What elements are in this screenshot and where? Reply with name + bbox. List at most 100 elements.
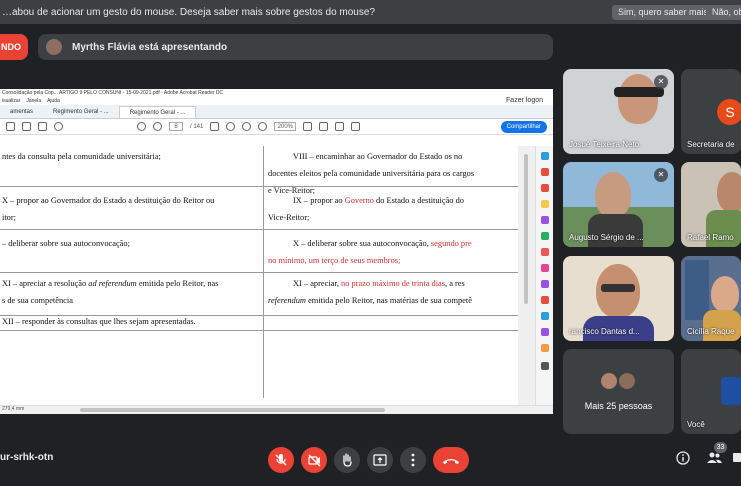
page-number-field[interactable]: 8	[169, 122, 183, 131]
more-tools-icon[interactable]	[541, 344, 549, 352]
decline-button[interactable]: Não, obri	[706, 5, 741, 20]
participant-video	[685, 260, 709, 320]
fit-page-icon[interactable]	[303, 122, 313, 131]
muted-mic-icon: ✕	[654, 75, 668, 89]
tab-tools[interactable]: amentas	[0, 106, 43, 118]
scroll-thumb[interactable]	[524, 154, 528, 304]
participant-face	[717, 172, 741, 212]
raise-hand-button[interactable]	[334, 447, 360, 473]
pdf-tools-sidebar	[535, 146, 553, 405]
sign-icon[interactable]	[541, 328, 549, 336]
hand-icon	[343, 453, 352, 467]
leave-call-button[interactable]	[433, 447, 469, 473]
export-pdf-icon[interactable]	[541, 168, 549, 176]
camera-off-button[interactable]	[301, 447, 327, 473]
text-span: emitida pelo Reitor, nas	[136, 279, 219, 288]
page-size-label: 279,4 mm	[2, 406, 25, 412]
meeting-details-button[interactable]	[676, 451, 690, 468]
left-cell-x: – deliberar sobre sua autoconvocação;	[2, 239, 130, 248]
present-now-button[interactable]	[367, 447, 393, 473]
participant-shirt	[588, 214, 643, 247]
redact-icon[interactable]	[541, 248, 549, 256]
participant-tile-josue[interactable]: ✕ Josué Teixeira Neto	[563, 69, 674, 154]
right-cell-ix-a: IX – propor ao Governo do Estado a desti…	[293, 192, 464, 209]
meeting-code: ur-srhk-otn	[0, 452, 54, 463]
chat-button[interactable]	[733, 451, 741, 468]
logon-link[interactable]: Fazer logon	[506, 97, 543, 105]
page-total: / 141	[190, 123, 204, 130]
participant-name: Rafael Ramo	[687, 233, 734, 242]
send-icon[interactable]	[541, 312, 549, 320]
hand-tool-icon[interactable]	[226, 122, 236, 131]
mail-icon[interactable]	[38, 122, 47, 131]
tab-document-2[interactable]: Regimento Geral - ...	[118, 106, 197, 118]
comment-tool-icon[interactable]	[541, 200, 549, 208]
highlight-icon[interactable]	[319, 122, 329, 131]
stop-presenting-button[interactable]: NDO	[0, 34, 28, 60]
select-cursor-icon[interactable]	[210, 122, 220, 131]
left-cell-viii: ntes da consulta pela comunidade univers…	[2, 152, 161, 161]
pdf-vertical-scrollbar[interactable]	[518, 146, 535, 405]
menu-view[interactable]: isualizar	[2, 97, 20, 105]
learn-more-button[interactable]: Sim, quero saber mais	[612, 5, 715, 20]
menu-window[interactable]: Janela	[26, 97, 41, 105]
pen-icon[interactable]	[351, 122, 361, 131]
presenter-avatar	[46, 39, 62, 55]
scroll-thumb[interactable]	[80, 408, 385, 412]
left-cell-xi-b: s de sua competência	[2, 296, 73, 305]
info-icon	[676, 451, 690, 465]
organize-pages-icon[interactable]	[541, 232, 549, 240]
text-span: IX – propor ao	[293, 196, 345, 205]
edit-pdf-icon[interactable]	[541, 184, 549, 192]
compress-icon[interactable]	[541, 296, 549, 304]
participant-face	[595, 172, 631, 218]
changed-text: segundo pre	[430, 239, 472, 248]
text-span: do Estado a destituição do	[373, 196, 464, 205]
self-tile[interactable]: Você	[681, 349, 741, 434]
participant-tile-cicilia[interactable]: Cicília Raque	[681, 256, 741, 341]
text-span: XI – apreciar a resolução	[2, 279, 89, 288]
pdf-horizontal-scrollbar[interactable]: 279,4 mm	[0, 405, 553, 414]
page-up-icon[interactable]	[137, 122, 146, 131]
text-span: X – deliberar sobre sua autoconvocação,	[293, 239, 431, 248]
present-icon	[373, 454, 387, 466]
participant-avatar	[599, 371, 619, 391]
zoom-out-icon[interactable]	[242, 122, 252, 131]
fill-sign-icon[interactable]	[541, 264, 549, 272]
row-divider	[0, 330, 518, 331]
print-icon[interactable]	[22, 122, 31, 131]
combine-files-icon[interactable]	[541, 216, 549, 224]
comment-icon[interactable]	[335, 122, 345, 131]
tab-document-1[interactable]: Regimento Geral - ...	[43, 106, 119, 118]
share-button[interactable]: Compartilhar	[500, 121, 547, 133]
zoom-in-icon[interactable]	[258, 122, 268, 131]
left-cell-ix-a: X – propor ao Governador do Estado a des…	[2, 196, 215, 205]
participant-tile-secretaria[interactable]: S Secretaria de	[681, 69, 741, 154]
pdf-tab-bar: amentas Regimento Geral - ... Regimento …	[0, 105, 553, 119]
italic-term: referendum	[268, 296, 306, 305]
zoom-field[interactable]: 200%	[274, 122, 297, 131]
participant-tile-francisco[interactable]: rancisco Dantas d...	[563, 256, 674, 341]
right-cell-xi-b: referendum emitida pelo Reitor, nas maté…	[268, 292, 472, 309]
protect-icon[interactable]	[541, 280, 549, 288]
menu-help[interactable]: Ajuda	[47, 97, 60, 105]
page-down-icon[interactable]	[153, 122, 162, 131]
search-icon[interactable]	[54, 122, 63, 131]
save-icon[interactable]	[6, 122, 15, 131]
participant-name: Josué Teixeira Neto	[569, 140, 640, 149]
collapse-panel-icon[interactable]	[541, 362, 549, 370]
changed-text: no prazo máximo de trinta dias	[341, 279, 445, 288]
participant-tile-rafael[interactable]: Rafael Ramo	[681, 162, 741, 247]
mic-off-button[interactable]	[268, 447, 294, 473]
more-participants-tile[interactable]: Mais 25 pessoas	[563, 349, 674, 434]
participant-name: Augusto Sérgio de ...	[569, 233, 644, 242]
more-options-button[interactable]	[400, 447, 426, 473]
right-cell-viii-a: VIII – encaminhar ao Governador do Estad…	[293, 152, 463, 161]
participant-tile-augusto[interactable]: ✕ Augusto Sérgio de ...	[563, 162, 674, 247]
right-cell-x-a: X – deliberar sobre sua autoconvocação, …	[293, 235, 472, 252]
participants-button[interactable]	[706, 451, 722, 468]
participant-name: rancisco Dantas d...	[569, 327, 640, 336]
text-span: , a res	[445, 279, 465, 288]
create-pdf-icon[interactable]	[541, 152, 549, 160]
self-avatar	[721, 377, 741, 405]
